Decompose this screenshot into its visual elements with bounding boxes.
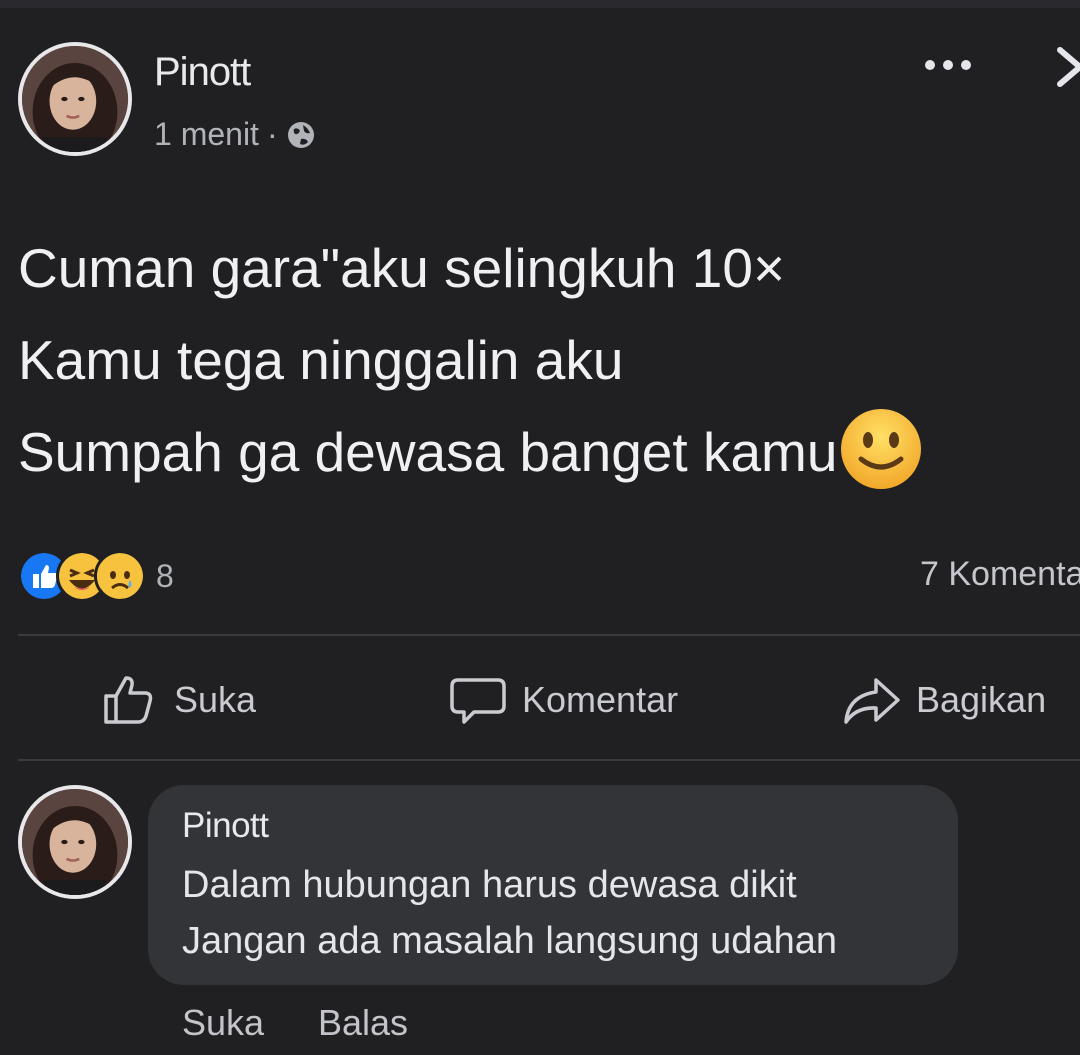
- post-meta: 1 menit ·: [154, 116, 316, 153]
- share-icon: [844, 678, 900, 724]
- comment-line-1: Dalam hubungan harus dewasa dikit: [182, 864, 797, 906]
- more-options-icon[interactable]: [920, 50, 976, 80]
- post-author-name[interactable]: Pinott: [154, 50, 251, 95]
- comments-count[interactable]: 7 Komentar: [920, 555, 1080, 594]
- comment-icon: [450, 678, 506, 724]
- post-line-3: Sumpah ga dewasa banget kamu: [18, 421, 838, 483]
- share-button[interactable]: Bagikan: [842, 668, 1046, 732]
- divider-bottom: [18, 759, 1080, 761]
- slightly-smiling-face-emoji: [841, 409, 922, 489]
- like-label: Suka: [174, 679, 257, 720]
- post-line-2: Kamu tega ninggalin aku: [18, 329, 624, 391]
- globe-icon: [287, 121, 314, 148]
- comment-author-name[interactable]: Pinott: [182, 806, 269, 846]
- comment-label: Komentar: [522, 679, 679, 720]
- top-edge: [0, 0, 1080, 8]
- comment-line-2: Jangan ada masalah langsung udahan: [182, 920, 837, 962]
- post-line-1: Cuman gara"aku selingkuh 10×: [18, 237, 786, 299]
- reactions-summary[interactable]: 8: [18, 550, 174, 602]
- like-button[interactable]: Suka: [100, 668, 256, 732]
- comment-like-button[interactable]: Suka: [182, 1002, 264, 1044]
- post-body: Cuman gara"aku selingkuh 10× Kamu tega n…: [18, 222, 1078, 498]
- post-line-3-row: Sumpah ga dewasa banget kamu: [18, 406, 1078, 498]
- thumbs-up-icon: [104, 676, 153, 724]
- comment-reply-button[interactable]: Balas: [318, 1002, 408, 1044]
- chevron-right-icon[interactable]: [1054, 42, 1080, 92]
- share-label: Bagikan: [916, 679, 1047, 720]
- sad-reaction-icon: [94, 550, 146, 602]
- reactions-count: 8: [156, 557, 174, 594]
- post-time[interactable]: 1 menit: [154, 116, 259, 153]
- comment-button[interactable]: Komentar: [448, 668, 678, 732]
- author-avatar[interactable]: [18, 42, 132, 156]
- commenter-avatar[interactable]: [18, 785, 132, 899]
- meta-separator: ·: [266, 116, 278, 152]
- divider-top: [18, 634, 1080, 636]
